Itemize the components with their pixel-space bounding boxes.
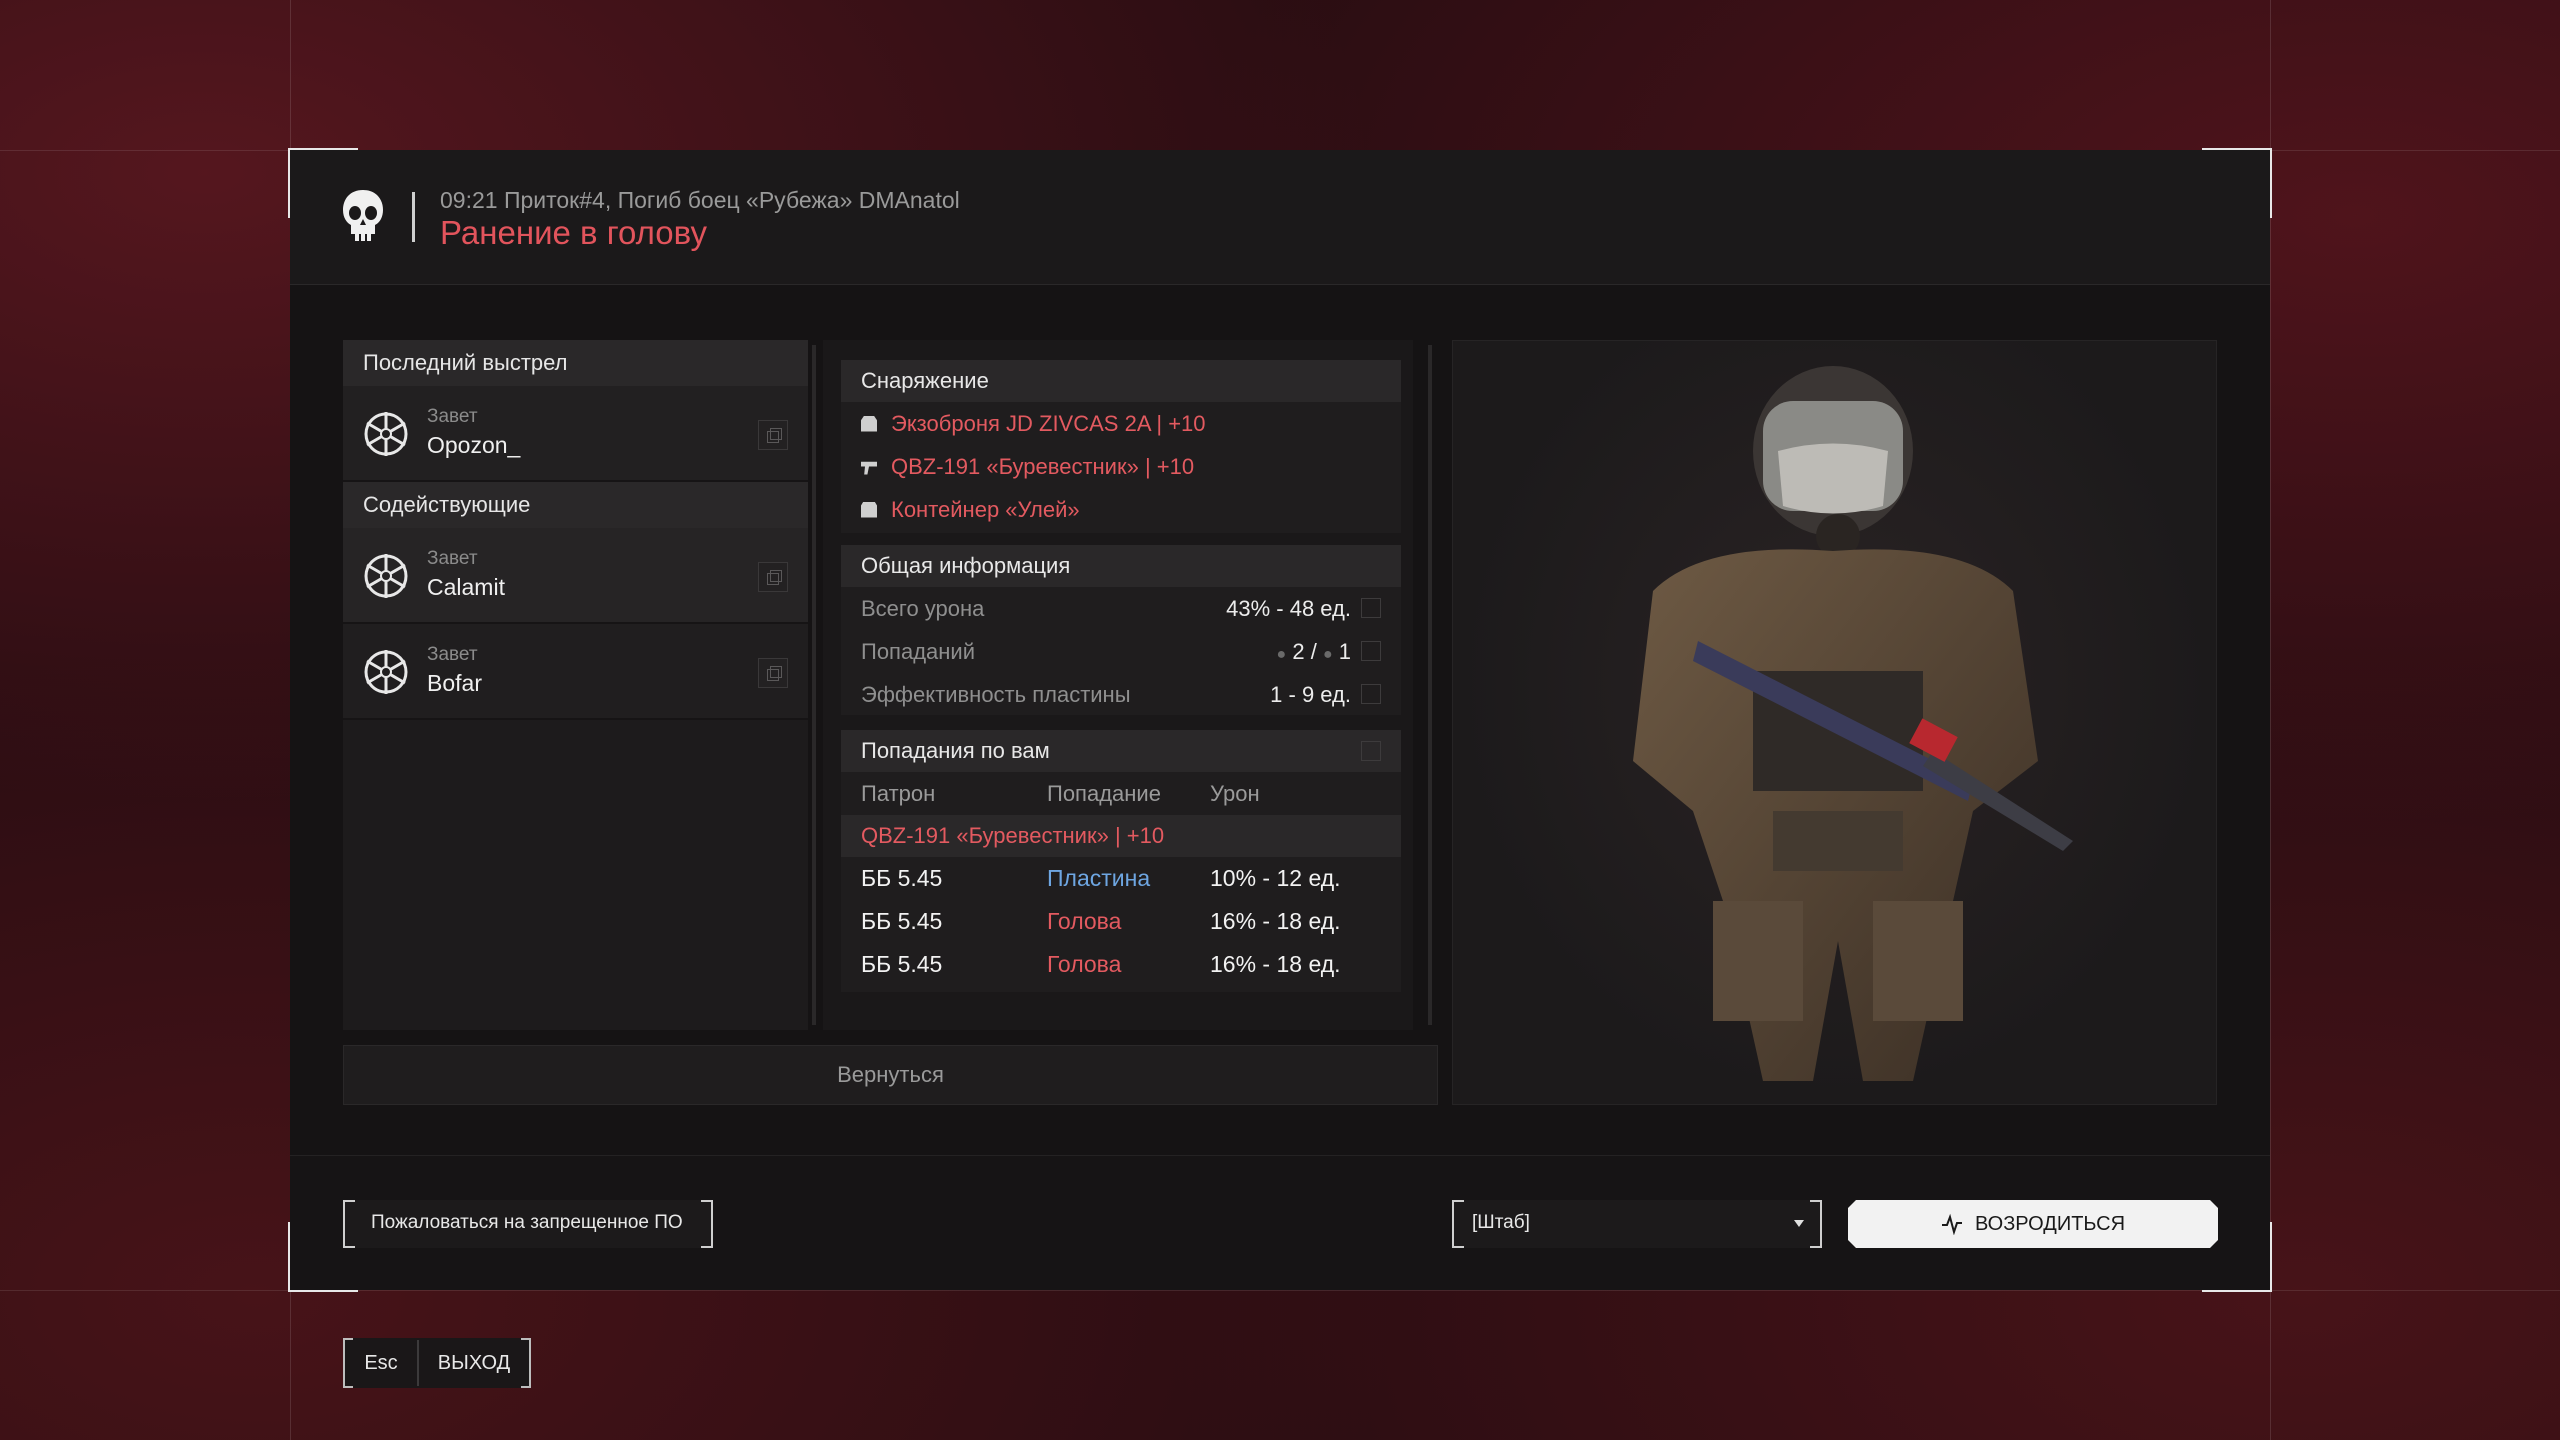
assist-row[interactable]: Завет Bofar [343,624,808,720]
hit-ammo: ББ 5.45 [861,951,943,977]
general-info-block: Общая информация Всего урона 43% - 48 ед… [841,545,1401,715]
info-hint-icon[interactable] [1361,684,1381,704]
clan-emblem-icon [364,650,408,694]
column-hit: Попадание [1047,781,1161,806]
equipment-item[interactable]: QBZ-191 «Буревестник» | +10 [841,445,1401,488]
plate-efficiency-row: Эффективность пластины 1 - 9 ед. [841,673,1401,716]
respawn-button[interactable]: ВОЗРОДИТЬСЯ [1848,1200,2218,1248]
hit-damage: 16% - 18 ед. [1210,908,1341,934]
person-icon: ● [1276,646,1287,663]
hits-on-you-heading: Попадания по вам [841,730,1401,772]
spawn-point-value: [Штаб] [1472,1212,1530,1233]
spawn-point-select[interactable]: [Штаб] [1452,1200,1822,1248]
killer-row[interactable]: Завет Opozon_ [343,386,808,482]
hits-count-row: Попаданий ● 2 / ● 1 [841,630,1401,673]
hits-on-you-title: Попадания по вам [861,738,1050,763]
clan-emblem-icon [364,412,408,456]
table-row: ББ 5.45 Пластина 10% - 12 ед. [841,857,1401,900]
total-damage-row: Всего урона 43% - 48 ед. [841,587,1401,630]
last-shot-heading: Последний выстрел [343,340,808,386]
footer-bar: Пожаловаться на запрещенное ПО [Штаб] ВО… [290,1155,2270,1290]
rifle-icon [861,461,877,475]
info-label: Попаданий [861,639,975,664]
clan-emblem-icon [364,554,408,598]
hits-table-header: Патрон Попадание Урон [841,772,1401,815]
esc-key-hint: Esc [345,1340,419,1386]
pulse-icon [1941,1213,1963,1235]
equipment-heading: Снаряжение [841,360,1401,402]
killer-name: Opozon_ [427,432,521,458]
bg-grid-line [0,1290,2560,1291]
skull-icon [343,190,383,241]
column-damage: Урон [1210,781,1260,806]
details-panel: Снаряжение Экзоброня JD ZIVCAS 2A | +10 … [823,340,1413,1030]
table-row: ББ 5.45 Голова 16% - 18 ед. [841,943,1401,986]
hit-damage: 10% - 12 ед. [1210,865,1341,891]
person-icon: ● [1322,646,1333,663]
info-value: 1 - 9 ед. [1270,682,1351,707]
hit-damage: 16% - 18 ед. [1210,951,1341,977]
dropdown-arrow-icon [1794,1220,1804,1227]
column-ammo: Патрон [861,781,936,806]
equipment-item-label: Экзоброня JD ZIVCAS 2A | +10 [891,411,1206,436]
general-info-heading: Общая информация [841,545,1401,587]
assist-row[interactable]: Завет Calamit [343,528,808,624]
soldier-model-image [1633,366,2073,1081]
assist-clan: Завет [427,644,478,665]
container-icon [861,501,877,518]
exit-label: ВЫХОД [437,1352,511,1374]
armor-icon [861,415,877,432]
info-value: ● 2 / ● 1 [1277,630,1351,673]
hits-separator: / [1310,639,1317,664]
assist-name: Bofar [427,670,482,696]
equipment-item-label: QBZ-191 «Буревестник» | +10 [891,454,1195,479]
killer-clan: Завет [427,406,478,427]
copy-nickname-icon[interactable] [758,562,788,592]
hit-location: Голова [1047,908,1122,934]
respawn-label: ВОЗРОДИТЬСЯ [1974,1212,2126,1235]
hits-head-count: 1 [1338,639,1351,664]
left-scrollbar[interactable] [812,345,816,1025]
assists-heading: Содействующие [343,482,808,528]
hit-location: Голова [1047,951,1122,977]
hits-weapon-row: QBZ-191 «Буревестник» | +10 [841,815,1401,857]
killer-character-preview [1452,340,2217,1105]
equipment-item[interactable]: Контейнер «Улей» [841,488,1401,531]
report-cheater-button[interactable]: Пожаловаться на запрещенное ПО [343,1200,713,1248]
info-hint-icon[interactable] [1361,598,1381,618]
exit-button[interactable]: Esc ВЫХОД [343,1338,531,1388]
death-header: 09:21 Приток#4, Погиб боец «Рубежа» DMAn… [290,150,2270,285]
back-button[interactable]: Вернуться [343,1045,1438,1105]
info-label: Всего урона [861,596,985,621]
info-value: 43% - 48 ед. [1226,596,1351,621]
killers-panel: Последний выстрел Завет Opozon_ Содейств… [343,340,808,1030]
info-hint-icon[interactable] [1361,641,1381,661]
table-row: ББ 5.45 Голова 16% - 18 ед. [841,900,1401,943]
hits-on-you-block: Попадания по вам Патрон Попадание Урон Q… [841,730,1401,992]
equipment-block: Снаряжение Экзоброня JD ZIVCAS 2A | +10 … [841,360,1401,533]
details-scrollbar[interactable] [1428,345,1432,1025]
info-hint-icon[interactable] [1361,741,1381,761]
info-label: Эффективность пластины [861,682,1131,707]
equipment-item[interactable]: Экзоброня JD ZIVCAS 2A | +10 [841,402,1401,445]
death-cause-title: Ранение в голову [440,214,707,251]
death-event-line: 09:21 Приток#4, Погиб боец «Рубежа» DMAn… [440,187,960,213]
hit-ammo: ББ 5.45 [861,865,943,891]
header-divider [412,192,415,242]
equipment-item-label: Контейнер «Улей» [891,497,1080,522]
assist-name: Calamit [427,574,505,600]
hit-ammo: ББ 5.45 [861,908,943,934]
copy-nickname-icon[interactable] [758,658,788,688]
hits-body-count: 2 [1292,639,1305,664]
copy-nickname-icon[interactable] [758,420,788,450]
assist-clan: Завет [427,548,478,569]
death-report-window: 09:21 Приток#4, Погиб боец «Рубежа» DMAn… [288,148,2272,1292]
hit-location: Пластина [1047,865,1151,891]
